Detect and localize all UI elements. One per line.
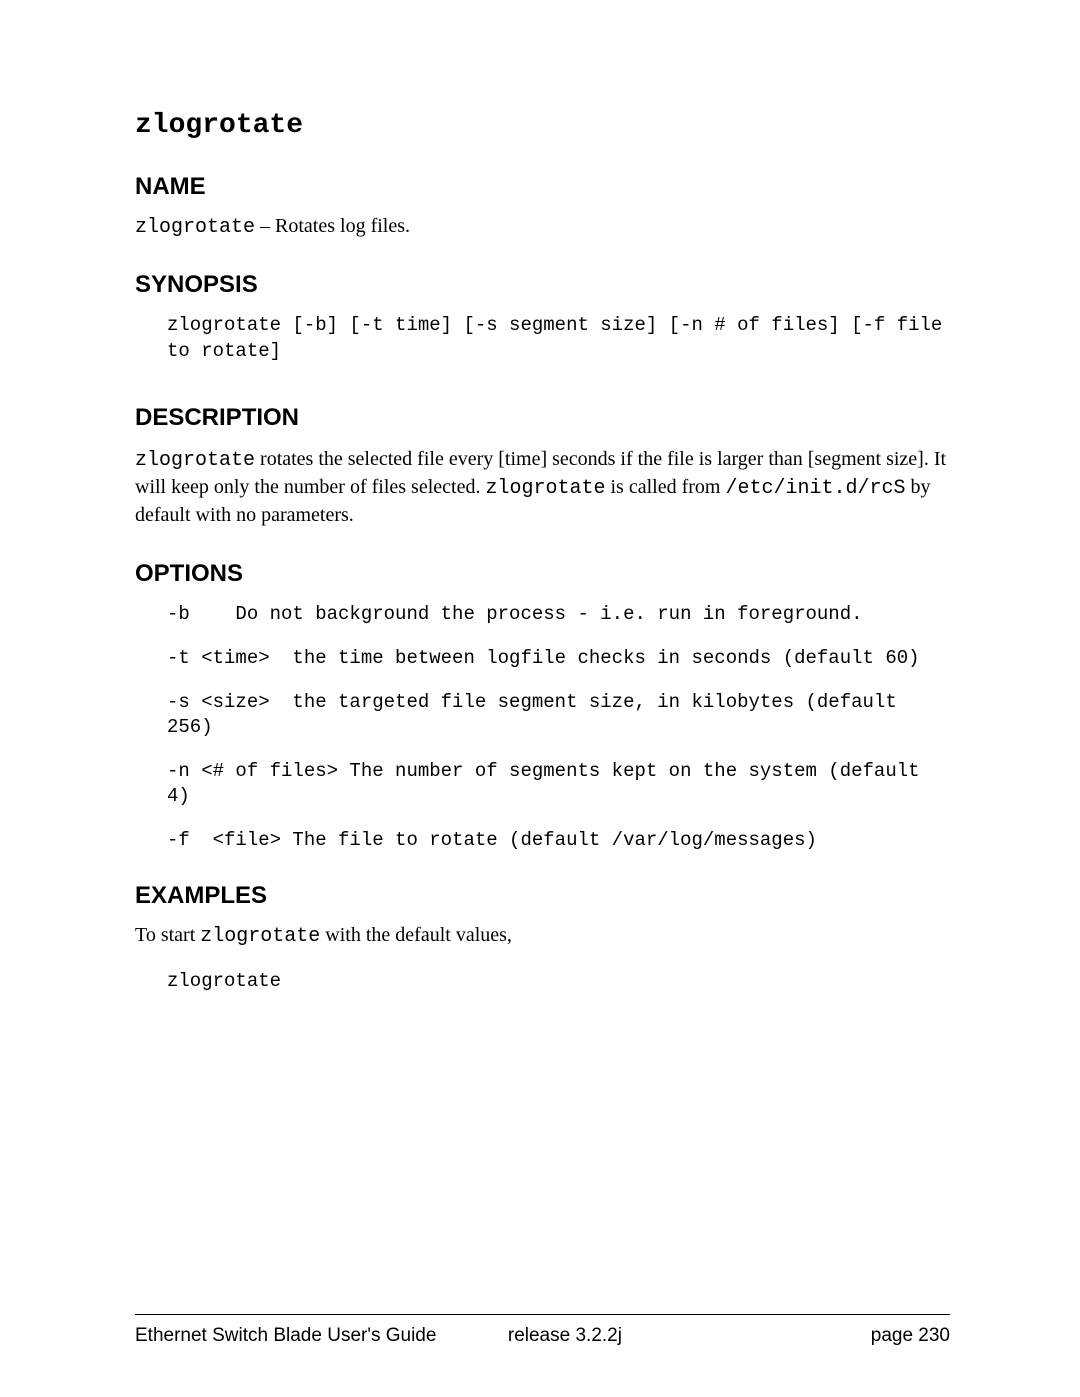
option-item: -f <file> The file to rotate (default /v… — [167, 828, 950, 854]
description-text: zlogrotate rotates the selected file eve… — [135, 446, 950, 528]
option-item: -t <time> the time between logfile check… — [167, 646, 950, 672]
desc-cmd1: zlogrotate — [135, 449, 255, 472]
footer-doc-title: Ethernet Switch Blade User's Guide — [135, 1325, 498, 1347]
section-heading-name: NAME — [135, 173, 950, 201]
desc-cmd2: zlogrotate — [485, 477, 605, 500]
examples-intro-post: with the default values, — [320, 924, 512, 946]
option-item: -s <size> the targeted file segment size… — [167, 690, 950, 741]
footer-page: page 230 — [871, 1325, 950, 1347]
section-heading-description: DESCRIPTION — [135, 404, 950, 432]
name-line: zlogrotate – Rotates log files. — [135, 215, 950, 239]
section-heading-synopsis: SYNOPSIS — [135, 271, 950, 299]
examples-intro-cmd: zlogrotate — [200, 925, 320, 948]
options-block: -b Do not background the process - i.e. … — [167, 602, 950, 853]
footer-release: release 3.2.2j — [498, 1325, 871, 1347]
examples-intro-pre: To start — [135, 924, 200, 946]
option-item: -b Do not background the process - i.e. … — [167, 602, 950, 628]
page-footer: Ethernet Switch Blade User's Guide relea… — [135, 1314, 950, 1347]
footer-line: Ethernet Switch Blade User's Guide relea… — [135, 1325, 950, 1347]
synopsis-code: zlogrotate [-b] [-t time] [-s segment si… — [167, 313, 950, 364]
option-item: -n <# of files> The number of segments k… — [167, 759, 950, 810]
desc-path: /etc/init.d/rcS — [725, 477, 905, 500]
name-command: zlogrotate — [135, 216, 255, 239]
desc-mid2: is called from — [605, 476, 725, 498]
example-code: zlogrotate — [167, 970, 950, 992]
section-heading-examples: EXAMPLES — [135, 882, 950, 910]
section-heading-options: OPTIONS — [135, 560, 950, 588]
name-summary: Rotates log files. — [275, 215, 410, 237]
examples-intro: To start zlogrotate with the default val… — [135, 924, 950, 948]
footer-rule — [135, 1314, 950, 1315]
command-title: zlogrotate — [135, 110, 950, 141]
name-separator: – — [255, 215, 275, 237]
